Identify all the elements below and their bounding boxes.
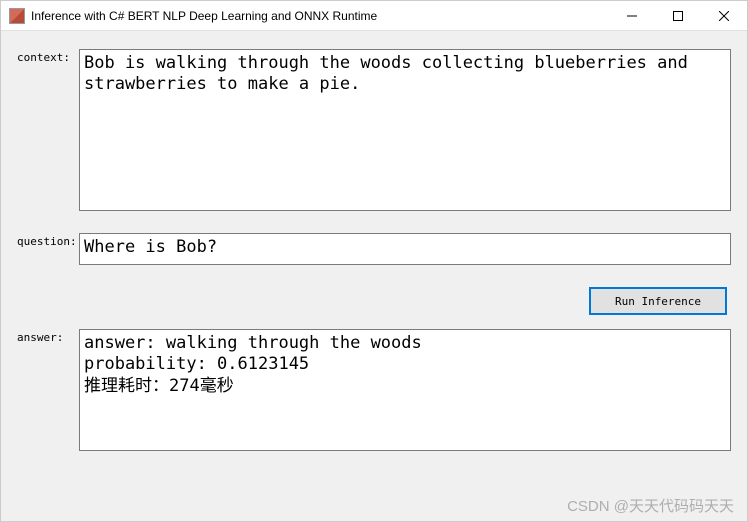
- minimize-button[interactable]: [609, 1, 655, 30]
- button-row: Run Inference: [17, 287, 731, 315]
- question-input[interactable]: [79, 233, 731, 265]
- maximize-button[interactable]: [655, 1, 701, 30]
- titlebar: Inference with C# BERT NLP Deep Learning…: [1, 1, 747, 31]
- close-button[interactable]: [701, 1, 747, 30]
- run-inference-button[interactable]: Run Inference: [589, 287, 727, 315]
- context-row: context:: [17, 49, 731, 211]
- answer-label: answer:: [17, 329, 79, 344]
- context-wrap: [79, 49, 731, 211]
- answer-row: answer:: [17, 329, 731, 451]
- question-label: question:: [17, 233, 79, 248]
- window-title: Inference with C# BERT NLP Deep Learning…: [31, 9, 609, 23]
- client-area: context: question: Run Inference answer:: [1, 31, 747, 521]
- answer-output[interactable]: [79, 329, 731, 451]
- question-row: question:: [17, 233, 731, 265]
- app-icon: [9, 8, 25, 24]
- context-input[interactable]: [79, 49, 731, 211]
- app-window: Inference with C# BERT NLP Deep Learning…: [0, 0, 748, 522]
- window-controls: [609, 1, 747, 30]
- context-label: context:: [17, 49, 79, 64]
